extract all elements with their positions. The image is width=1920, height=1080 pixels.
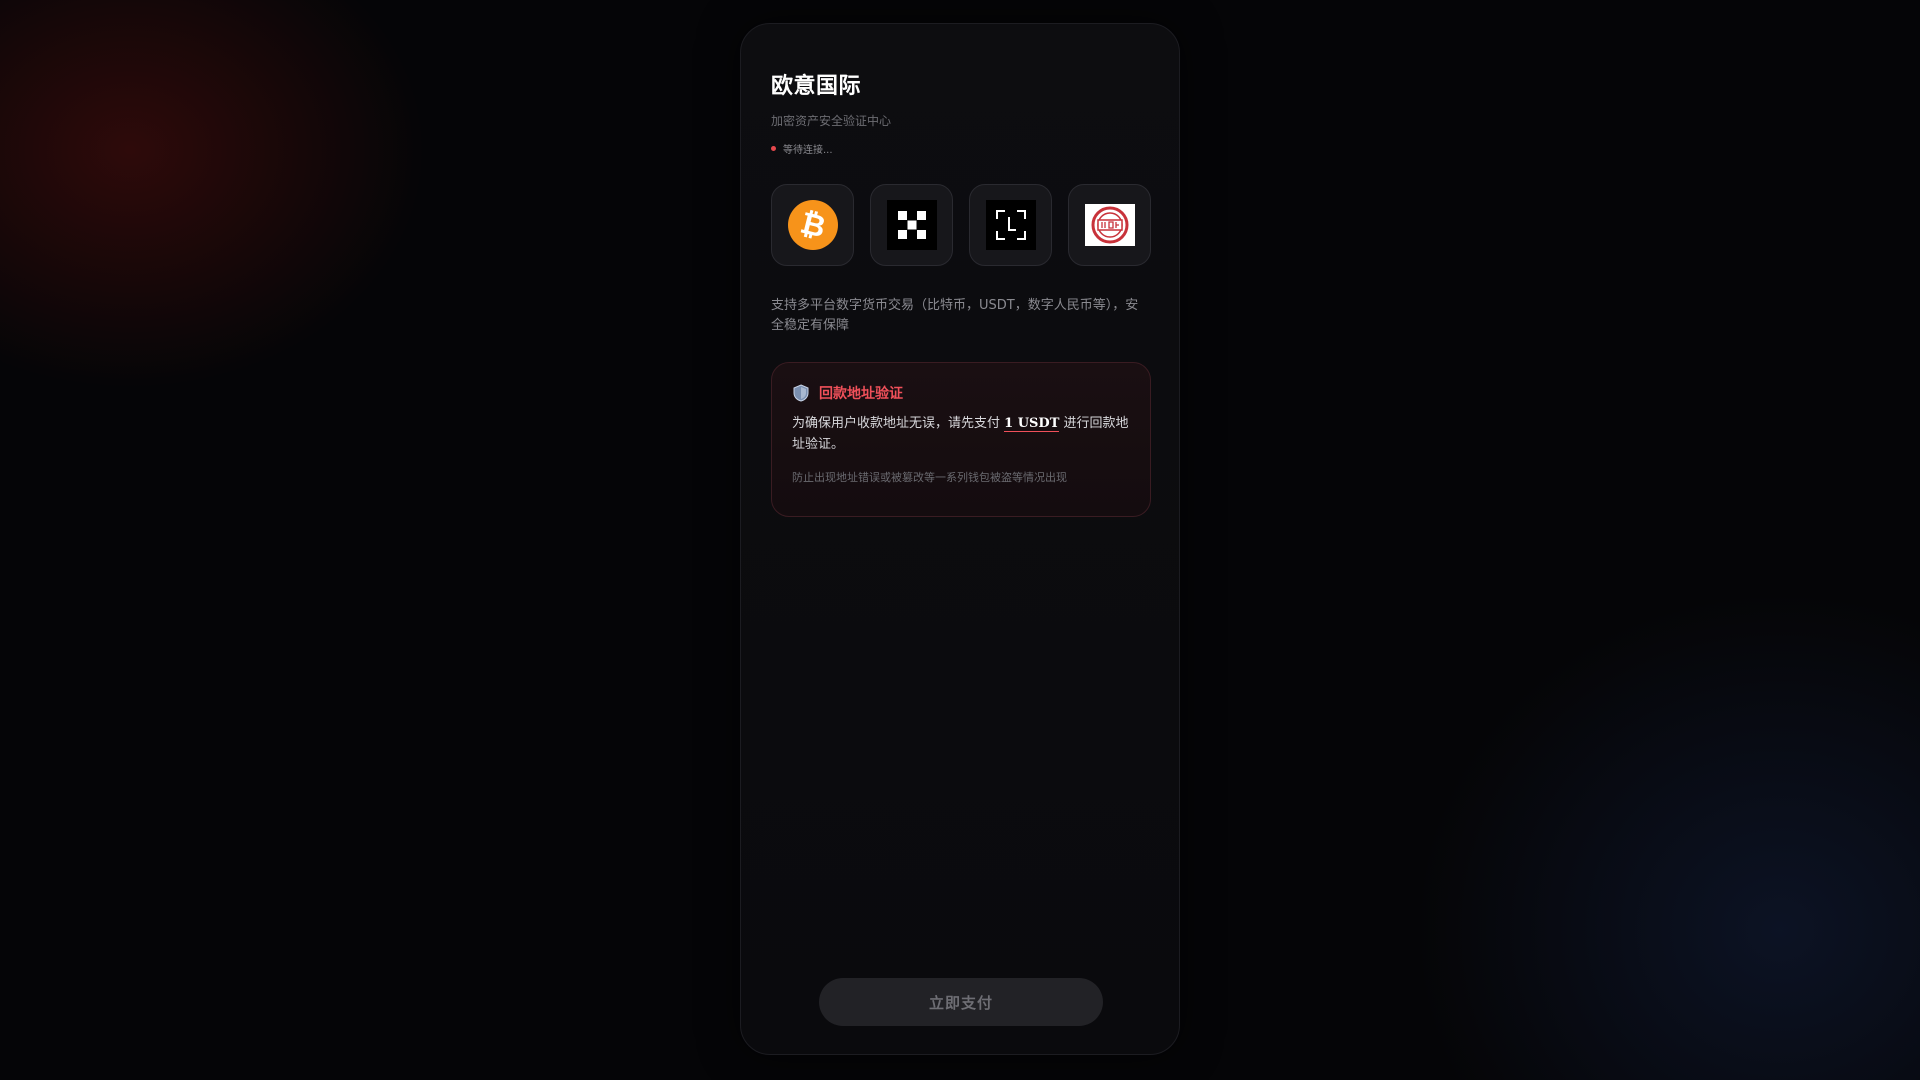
verify-title: 回款地址验证 <box>819 386 903 402</box>
address-verify-card: 回款地址验证 为确保用户收款地址无误，请先支付 1 USDT 进行回款地址验证。… <box>771 362 1151 517</box>
mobile-panel: 欧意国际 加密资产安全验证中心 等待连接... ₿ 支持多平台数字货币交易（比特… <box>740 23 1180 1055</box>
verify-text-before: 为确保用户收款地址无误，请先支付 <box>792 416 1005 431</box>
okx-icon <box>886 200 937 250</box>
pay-now-button[interactable]: 立即支付 <box>819 978 1103 1026</box>
page-title: 欧意国际 <box>771 74 862 99</box>
verify-card-header: 回款地址验证 <box>792 383 903 403</box>
platform-description: 支持多平台数字货币交易（比特币，USDT，数字人民币等），安全稳定有保障 <box>771 298 1139 333</box>
bitcoin-icon: ₿ <box>787 200 838 250</box>
logo-tile-seal[interactable] <box>1068 184 1151 266</box>
logo-tile-scan[interactable] <box>969 184 1052 266</box>
logo-tile-bitcoin[interactable]: ₿ <box>771 184 854 266</box>
status-text: 等待连接... <box>783 145 833 156</box>
status-dot-icon <box>771 146 776 151</box>
shield-icon <box>792 384 810 402</box>
page-subtitle: 加密资产安全验证中心 <box>771 114 892 128</box>
red-seal-icon <box>1084 200 1135 250</box>
verify-message: 为确保用户收款地址无误，请先支付 1 USDT 进行回款地址验证。 <box>792 413 1137 455</box>
verify-amount: 1 USDT <box>1004 416 1060 432</box>
verify-note: 防止出现地址错误或被篡改等一系列钱包被盗等情况出现 <box>792 471 1067 484</box>
platform-logos: ₿ <box>771 184 1151 266</box>
connection-status: 等待连接... <box>771 141 833 156</box>
scan-frame-icon <box>985 200 1036 250</box>
logo-tile-okx[interactable] <box>870 184 953 266</box>
